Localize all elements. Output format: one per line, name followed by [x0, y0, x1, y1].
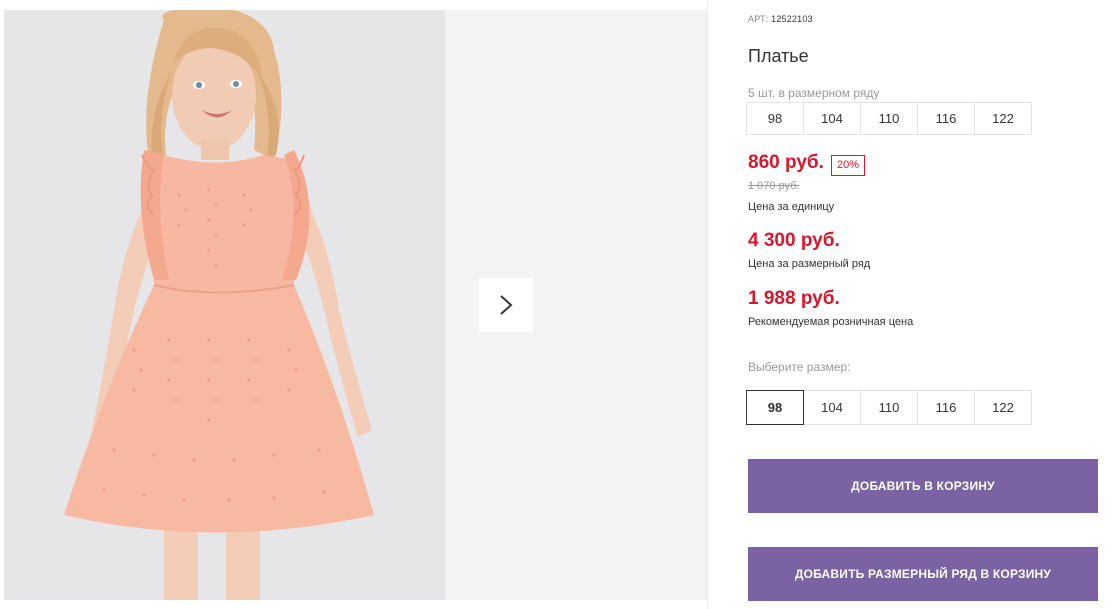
product-photo — [4, 10, 445, 600]
unit-price-caption: Цена за единицу — [748, 201, 835, 213]
old-price: 1 070 руб. — [748, 180, 800, 192]
article-number: АРТ: 12522103 — [748, 14, 813, 24]
pack-quantity-label: 5 шт. в размерном ряду — [748, 86, 880, 100]
row-price-caption: Цена за размерный ряд — [748, 258, 871, 270]
discount-badge: 20% — [831, 155, 866, 176]
size-option-110[interactable]: 110 — [860, 390, 918, 425]
pack-size-item: 110 — [860, 102, 918, 135]
pack-sizes-list: 98 104 110 116 122 — [746, 102, 1032, 135]
row-price: 4 300 руб. — [748, 230, 840, 251]
size-picker: 98 104 110 116 122 — [746, 390, 1032, 425]
add-size-row-to-cart-button[interactable]: ДОБАВИТЬ РАЗМЕРНЫЙ РЯД В КОРЗИНУ — [748, 547, 1098, 601]
size-option-98[interactable]: 98 — [746, 390, 804, 425]
pack-size-item: 116 — [917, 102, 975, 135]
retail-price-caption: Рекомендуемая розничная цена — [748, 316, 914, 328]
gallery-next-button[interactable] — [479, 278, 533, 332]
chevron-right-icon — [500, 295, 513, 315]
product-gallery — [0, 0, 707, 609]
size-option-122[interactable]: 122 — [974, 390, 1032, 425]
add-to-cart-button[interactable]: ДОБАВИТЬ В КОРЗИНУ — [748, 459, 1098, 513]
pack-size-item: 98 — [746, 102, 804, 135]
size-option-104[interactable]: 104 — [803, 390, 861, 425]
unit-price: 860 руб. — [748, 152, 824, 173]
pack-size-item: 122 — [974, 102, 1032, 135]
product-title: Платье — [748, 46, 809, 66]
panel-divider — [707, 0, 708, 609]
retail-price: 1 988 руб. — [748, 288, 840, 309]
size-option-116[interactable]: 116 — [917, 390, 975, 425]
girl-in-dress-image — [4, 10, 445, 600]
pack-size-item: 104 — [803, 102, 861, 135]
size-picker-label: Выберите размер: — [748, 360, 851, 374]
